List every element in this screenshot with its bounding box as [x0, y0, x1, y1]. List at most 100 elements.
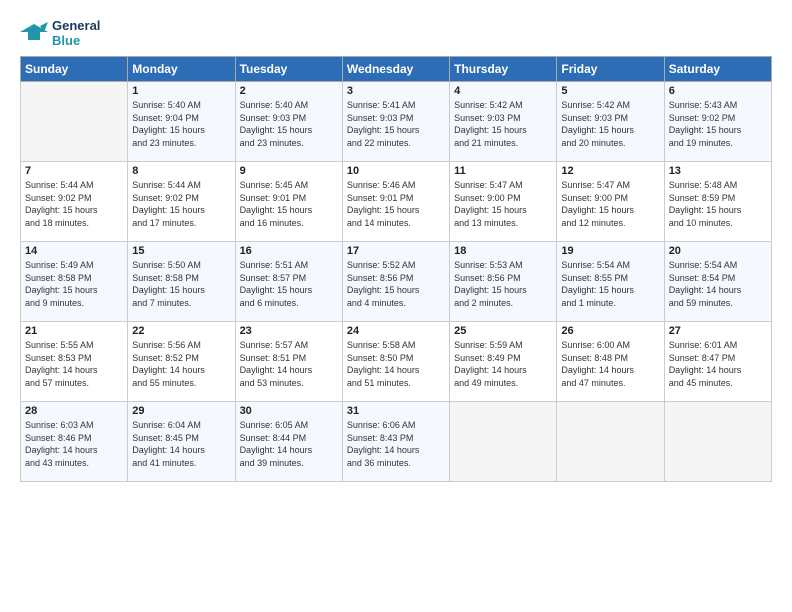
day-info: Sunrise: 6:05 AM Sunset: 8:44 PM Dayligh… — [240, 419, 338, 469]
calendar-cell: 11 Sunrise: 5:47 AM Sunset: 9:00 PM Dayli… — [450, 162, 557, 242]
calendar-cell: 30 Sunrise: 6:05 AM Sunset: 8:44 PM Dayli… — [235, 402, 342, 482]
day-info: Sunrise: 5:51 AM Sunset: 8:57 PM Dayligh… — [240, 259, 338, 309]
day-number: 28 — [25, 405, 123, 417]
logo: General Blue — [20, 18, 100, 48]
day-number: 23 — [240, 325, 338, 337]
calendar-cell: 19Sunrise: 5:54 AM Sunset: 8:55 PM Dayli… — [557, 242, 664, 322]
day-number: 26 — [561, 325, 659, 337]
day-number: 5 — [561, 85, 659, 97]
day-number: 8 — [132, 165, 230, 177]
day-info: Sunrise: 5:41 AM Sunset: 9:03 PM Dayligh… — [347, 99, 445, 149]
calendar-cell — [664, 402, 771, 482]
calendar-header-sunday: Sunday — [21, 57, 128, 82]
calendar-cell: 4 Sunrise: 5:42 AM Sunset: 9:03 PM Daylig… — [450, 82, 557, 162]
calendar-page: General Blue SundayMondayTuesdayWednesda… — [0, 0, 792, 612]
day-number: 24 — [347, 325, 445, 337]
calendar-week-row: 1Sunrise: 5:40 AM Sunset: 9:04 PM Daylig… — [21, 82, 772, 162]
calendar-cell: 10 Sunrise: 5:46 AM Sunset: 9:01 PM Dayli… — [342, 162, 449, 242]
calendar-cell: 28 Sunrise: 6:03 AM Sunset: 8:46 PM Dayli… — [21, 402, 128, 482]
day-info: Sunrise: 5:44 AM Sunset: 9:02 PM Dayligh… — [25, 179, 123, 229]
calendar-header-wednesday: Wednesday — [342, 57, 449, 82]
day-number: 12 — [561, 165, 659, 177]
day-number: 21 — [25, 325, 123, 337]
calendar-cell: 27Sunrise: 6:01 AM Sunset: 8:47 PM Dayli… — [664, 322, 771, 402]
day-number: 3 — [347, 85, 445, 97]
day-info: Sunrise: 6:04 AM Sunset: 8:45 PM Dayligh… — [132, 419, 230, 469]
calendar-week-row: 28 Sunrise: 6:03 AM Sunset: 8:46 PM Dayli… — [21, 402, 772, 482]
day-info: Sunrise: 5:47 AM Sunset: 9:00 PM Dayligh… — [561, 179, 659, 229]
calendar-table: SundayMondayTuesdayWednesdayThursdayFrid… — [20, 56, 772, 482]
day-info: Sunrise: 5:52 AM Sunset: 8:56 PM Dayligh… — [347, 259, 445, 309]
day-info: Sunrise: 6:00 AM Sunset: 8:48 PM Dayligh… — [561, 339, 659, 389]
day-info: Sunrise: 6:03 AM Sunset: 8:46 PM Dayligh… — [25, 419, 123, 469]
day-number: 31 — [347, 405, 445, 417]
calendar-cell: 20 Sunrise: 5:54 AM Sunset: 8:54 PM Dayli… — [664, 242, 771, 322]
calendar-cell: 14Sunrise: 5:49 AM Sunset: 8:58 PM Dayli… — [21, 242, 128, 322]
day-info: Sunrise: 5:46 AM Sunset: 9:01 PM Dayligh… — [347, 179, 445, 229]
calendar-week-row: 7 Sunrise: 5:44 AM Sunset: 9:02 PM Daylig… — [21, 162, 772, 242]
day-number: 4 — [454, 85, 552, 97]
calendar-cell: 12 Sunrise: 5:47 AM Sunset: 9:00 PM Dayli… — [557, 162, 664, 242]
day-info: Sunrise: 5:56 AM Sunset: 8:52 PM Dayligh… — [132, 339, 230, 389]
day-info: Sunrise: 5:43 AM Sunset: 9:02 PM Dayligh… — [669, 99, 767, 149]
day-info: Sunrise: 6:06 AM Sunset: 8:43 PM Dayligh… — [347, 419, 445, 469]
calendar-header-monday: Monday — [128, 57, 235, 82]
calendar-cell — [450, 402, 557, 482]
day-info: Sunrise: 5:53 AM Sunset: 8:56 PM Dayligh… — [454, 259, 552, 309]
day-info: Sunrise: 5:47 AM Sunset: 9:00 PM Dayligh… — [454, 179, 552, 229]
calendar-cell: 26 Sunrise: 6:00 AM Sunset: 8:48 PM Dayli… — [557, 322, 664, 402]
header: General Blue — [20, 18, 772, 48]
calendar-cell: 25 Sunrise: 5:59 AM Sunset: 8:49 PM Dayli… — [450, 322, 557, 402]
day-number: 11 — [454, 165, 552, 177]
day-info: Sunrise: 5:42 AM Sunset: 9:03 PM Dayligh… — [454, 99, 552, 149]
calendar-cell: 16Sunrise: 5:51 AM Sunset: 8:57 PM Dayli… — [235, 242, 342, 322]
day-info: Sunrise: 5:55 AM Sunset: 8:53 PM Dayligh… — [25, 339, 123, 389]
day-number: 9 — [240, 165, 338, 177]
day-number: 14 — [25, 245, 123, 257]
calendar-cell: 7 Sunrise: 5:44 AM Sunset: 9:02 PM Daylig… — [21, 162, 128, 242]
calendar-cell: 3 Sunrise: 5:41 AM Sunset: 9:03 PM Daylig… — [342, 82, 449, 162]
calendar-cell: 22 Sunrise: 5:56 AM Sunset: 8:52 PM Dayli… — [128, 322, 235, 402]
calendar-cell — [21, 82, 128, 162]
calendar-header-tuesday: Tuesday — [235, 57, 342, 82]
day-number: 15 — [132, 245, 230, 257]
calendar-cell: 13Sunrise: 5:48 AM Sunset: 8:59 PM Dayli… — [664, 162, 771, 242]
day-number: 2 — [240, 85, 338, 97]
day-info: Sunrise: 5:48 AM Sunset: 8:59 PM Dayligh… — [669, 179, 767, 229]
calendar-cell: 24 Sunrise: 5:58 AM Sunset: 8:50 PM Dayli… — [342, 322, 449, 402]
calendar-header-row: SundayMondayTuesdayWednesdayThursdayFrid… — [21, 57, 772, 82]
day-number: 25 — [454, 325, 552, 337]
day-info: Sunrise: 5:54 AM Sunset: 8:54 PM Dayligh… — [669, 259, 767, 309]
calendar-cell: 5Sunrise: 5:42 AM Sunset: 9:03 PM Daylig… — [557, 82, 664, 162]
calendar-week-row: 21 Sunrise: 5:55 AM Sunset: 8:53 PM Dayli… — [21, 322, 772, 402]
day-info: Sunrise: 5:59 AM Sunset: 8:49 PM Dayligh… — [454, 339, 552, 389]
day-number: 22 — [132, 325, 230, 337]
logo-text: General Blue — [52, 18, 100, 48]
day-info: Sunrise: 5:57 AM Sunset: 8:51 PM Dayligh… — [240, 339, 338, 389]
day-info: Sunrise: 5:40 AM Sunset: 9:04 PM Dayligh… — [132, 99, 230, 149]
calendar-cell: 29Sunrise: 6:04 AM Sunset: 8:45 PM Dayli… — [128, 402, 235, 482]
calendar-header-friday: Friday — [557, 57, 664, 82]
day-number: 10 — [347, 165, 445, 177]
day-info: Sunrise: 5:58 AM Sunset: 8:50 PM Dayligh… — [347, 339, 445, 389]
calendar-cell: 31 Sunrise: 6:06 AM Sunset: 8:43 PM Dayli… — [342, 402, 449, 482]
day-info: Sunrise: 5:45 AM Sunset: 9:01 PM Dayligh… — [240, 179, 338, 229]
calendar-cell: 8Sunrise: 5:44 AM Sunset: 9:02 PM Daylig… — [128, 162, 235, 242]
day-info: Sunrise: 6:01 AM Sunset: 8:47 PM Dayligh… — [669, 339, 767, 389]
day-number: 17 — [347, 245, 445, 257]
calendar-cell: 9 Sunrise: 5:45 AM Sunset: 9:01 PM Daylig… — [235, 162, 342, 242]
day-info: Sunrise: 5:54 AM Sunset: 8:55 PM Dayligh… — [561, 259, 659, 309]
day-number: 30 — [240, 405, 338, 417]
calendar-cell: 2Sunrise: 5:40 AM Sunset: 9:03 PM Daylig… — [235, 82, 342, 162]
calendar-header-thursday: Thursday — [450, 57, 557, 82]
calendar-cell — [557, 402, 664, 482]
day-number: 20 — [669, 245, 767, 257]
calendar-week-row: 14Sunrise: 5:49 AM Sunset: 8:58 PM Dayli… — [21, 242, 772, 322]
day-number: 7 — [25, 165, 123, 177]
day-number: 6 — [669, 85, 767, 97]
calendar-cell: 1Sunrise: 5:40 AM Sunset: 9:04 PM Daylig… — [128, 82, 235, 162]
calendar-cell: 21 Sunrise: 5:55 AM Sunset: 8:53 PM Dayli… — [21, 322, 128, 402]
calendar-cell: 6 Sunrise: 5:43 AM Sunset: 9:02 PM Daylig… — [664, 82, 771, 162]
calendar-cell: 23 Sunrise: 5:57 AM Sunset: 8:51 PM Dayli… — [235, 322, 342, 402]
day-number: 18 — [454, 245, 552, 257]
